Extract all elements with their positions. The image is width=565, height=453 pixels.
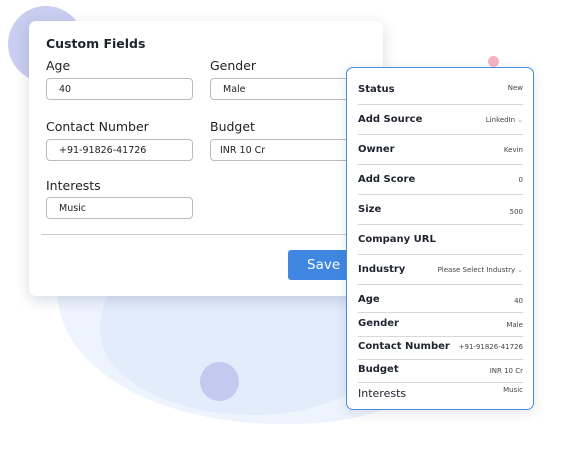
decorative-circle-small <box>200 362 239 401</box>
interests-label: Interests <box>46 178 101 193</box>
row-divider <box>358 254 523 255</box>
age-input[interactable]: 40 <box>46 78 193 100</box>
interests-input[interactable]: Music <box>46 197 193 219</box>
detail-label: Age <box>358 294 380 305</box>
detail-value: Please Select Industry <box>437 266 516 274</box>
detail-label: Add Source <box>358 114 423 125</box>
gender-input[interactable]: Male <box>210 78 360 100</box>
detail-value: +91-91826-41726 <box>458 343 523 351</box>
add-source-select[interactable]: LinkedIn ⌄ <box>486 116 523 124</box>
detail-label: Status <box>358 84 395 95</box>
detail-label: Industry <box>358 264 406 275</box>
card-title: Custom Fields <box>46 36 146 51</box>
detail-value: INR 10 Cr <box>489 367 523 375</box>
row-divider <box>358 382 523 383</box>
detail-label: Budget <box>358 364 399 375</box>
contact-number-input[interactable]: +91-91826-41726 <box>46 139 193 161</box>
row-divider <box>358 312 523 313</box>
detail-value: Male <box>506 321 523 329</box>
detail-label: Company URL <box>358 234 436 245</box>
detail-label: Size <box>358 204 382 215</box>
contact-number-label: Contact Number <box>46 119 149 134</box>
industry-select[interactable]: Please Select Industry ⌄ <box>438 266 523 274</box>
detail-label: Contact Number <box>358 341 450 352</box>
decorative-dot <box>488 56 499 67</box>
detail-value: 500 <box>509 208 523 216</box>
row-divider <box>358 134 523 135</box>
row-divider <box>358 194 523 195</box>
detail-value: New <box>507 84 523 92</box>
detail-value: LinkedIn <box>485 116 516 124</box>
divider <box>41 234 382 235</box>
age-label: Age <box>46 58 71 73</box>
detail-value: Music <box>503 386 523 394</box>
detail-value: 0 <box>518 176 523 184</box>
detail-value: 40 <box>514 297 523 305</box>
row-divider <box>358 359 523 360</box>
detail-value: Kevin <box>503 146 523 154</box>
chevron-down-icon: ⌄ <box>517 266 523 274</box>
chevron-down-icon: ⌄ <box>517 116 523 124</box>
gender-label: Gender <box>210 58 257 73</box>
detail-label: Gender <box>358 318 399 329</box>
row-divider <box>358 104 523 105</box>
detail-label: Owner <box>358 144 395 155</box>
lead-details-panel: Status New Add Source LinkedIn ⌄ Owner Ke… <box>346 67 534 410</box>
detail-label: Interests <box>358 387 407 400</box>
budget-label: Budget <box>210 119 255 134</box>
row-divider <box>358 284 523 285</box>
detail-label: Add Score <box>358 174 416 185</box>
row-divider <box>358 164 523 165</box>
row-divider <box>358 224 523 225</box>
row-divider <box>358 336 523 337</box>
custom-fields-card: Custom Fields Age 40 Gender Male Contact… <box>29 21 383 296</box>
budget-input[interactable]: INR 10 Cr <box>210 139 360 161</box>
